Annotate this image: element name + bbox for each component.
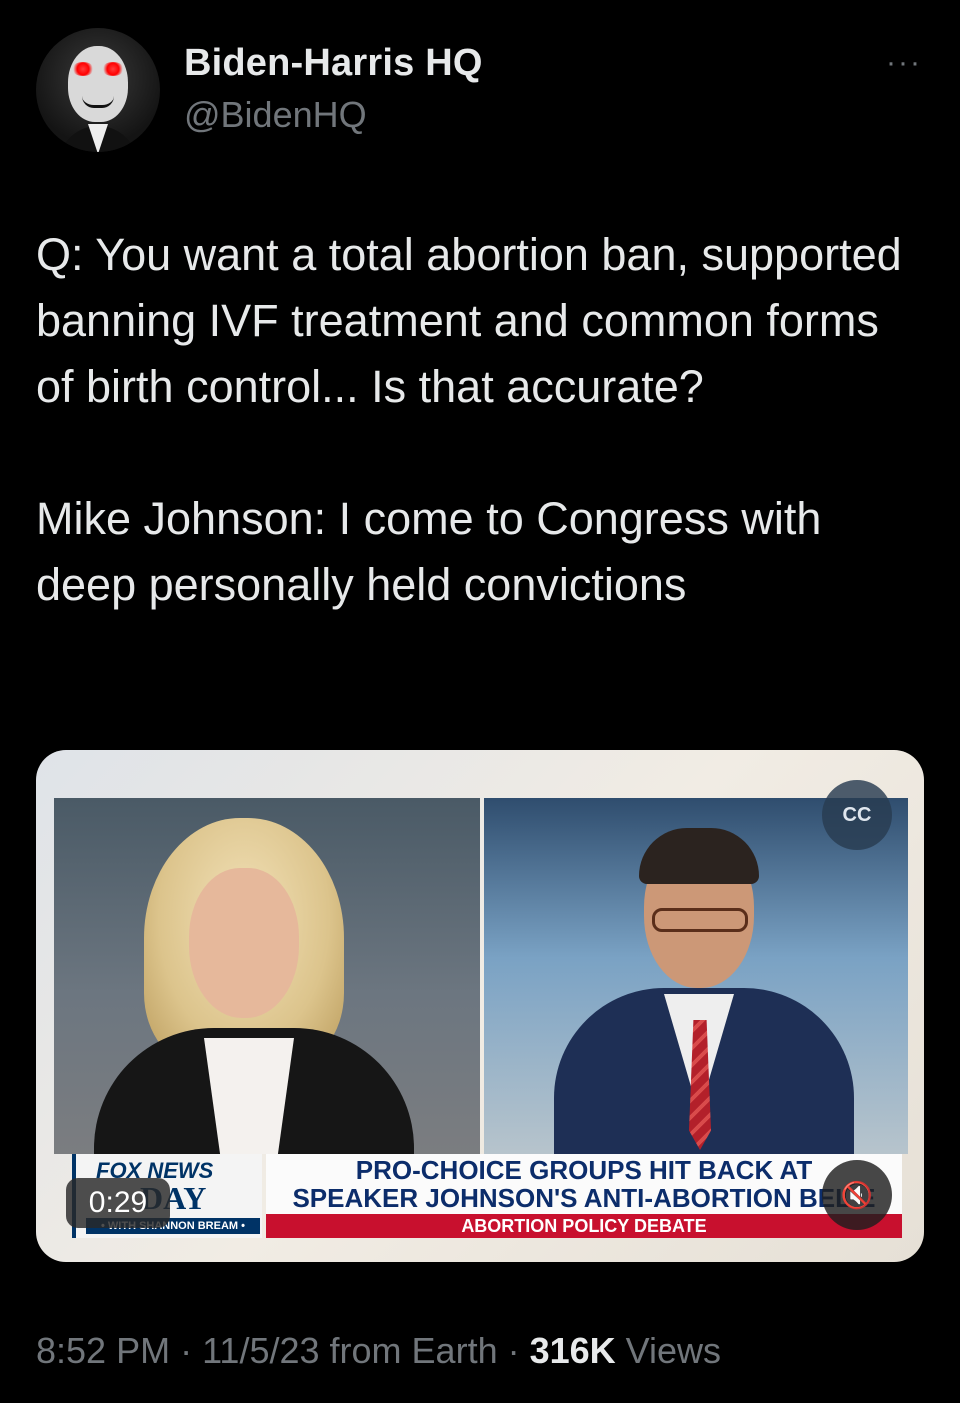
chyron-line-2: SPEAKER JOHNSON'S ANTI-ABORTION BELIE [292, 1183, 876, 1213]
chyron-line-1: PRO-CHOICE GROUPS HIT BACK AT [355, 1155, 813, 1185]
laser-eye-right [102, 62, 124, 76]
closed-captions-off-icon[interactable]: CC [822, 780, 892, 850]
avatar[interactable] [36, 28, 160, 152]
author-name[interactable]: Biden-Harris HQ [184, 42, 483, 85]
video-frame-anchor [54, 798, 480, 1154]
meta-separator: · [170, 1330, 203, 1371]
tweet-time[interactable]: 8:52 PM [36, 1330, 170, 1371]
more-options-icon[interactable]: ··· [886, 48, 922, 78]
tweet-date[interactable]: 11/5/23 [202, 1330, 319, 1371]
anchor-face [189, 868, 299, 1018]
tweet-source: from Earth [329, 1330, 498, 1371]
chyron-headline: PRO-CHOICE GROUPS HIT BACK AT SPEAKER JO… [266, 1154, 902, 1214]
avatar-face [68, 46, 128, 122]
chyron-tag: ABORTION POLICY DEBATE [266, 1214, 902, 1238]
video-frame-guest [484, 798, 908, 1154]
meta-separator-2: · [497, 1330, 530, 1371]
author-handle[interactable]: @BidenHQ [184, 94, 367, 136]
tweet-header: Biden-Harris HQ @BidenHQ ··· [36, 28, 924, 153]
news-lower-third: FOX NEWS DAY • WITH SHANNON BREAM • PRO-… [54, 1154, 902, 1238]
views-label: Views [625, 1330, 722, 1371]
tweet-text: Q: You want a total abortion ban, suppor… [36, 222, 916, 618]
video-timer: 0:29 [66, 1178, 170, 1228]
speaker-muted-icon[interactable]: 🔇 [822, 1160, 892, 1230]
guest-hair [639, 828, 759, 884]
laser-eye-left [72, 62, 94, 76]
tweet-paragraph-question: Q: You want a total abortion ban, suppor… [36, 229, 902, 412]
video-player[interactable]: FOX NEWS DAY • WITH SHANNON BREAM • PRO-… [36, 750, 924, 1262]
tweet-meta: 8:52 PM · 11/5/23 from Earth · 316K View… [36, 1330, 721, 1372]
tweet-paragraph-answer: Mike Johnson: I come to Congress with de… [36, 493, 822, 610]
views-count[interactable]: 316K [530, 1330, 616, 1371]
guest-glasses [652, 908, 748, 932]
